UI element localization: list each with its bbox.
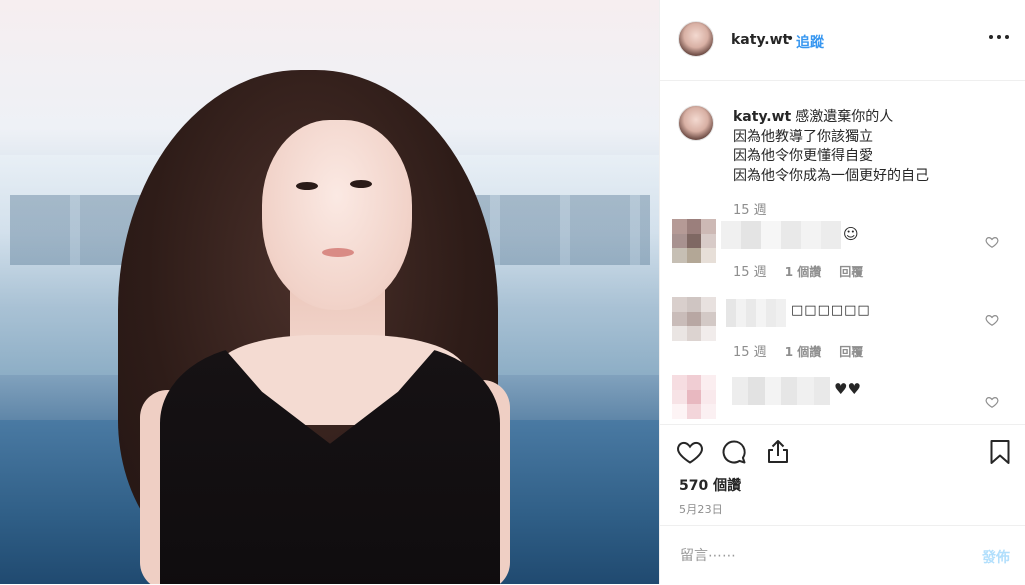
comment-likes-count[interactable]: 1 個讚 — [785, 265, 822, 279]
bookmark-icon[interactable] — [986, 438, 1014, 466]
post-header: katy.wt • 追蹤 — [660, 0, 1025, 81]
comment-timestamp[interactable]: 15 週 — [733, 265, 767, 280]
comment-text: □□□□□□ — [791, 303, 871, 318]
comment-item: ☺ 15 週 1 個讚 回覆 — [660, 217, 1025, 281]
face — [262, 120, 412, 310]
comment-icon[interactable] — [720, 438, 748, 466]
post-actions: 570 個讚 5月23日 — [660, 424, 1025, 525]
comment-text: ☺ — [843, 225, 859, 243]
caption-line: 因為他令你成為一個更好的自己 — [733, 167, 929, 184]
caption-avatar[interactable] — [678, 105, 714, 141]
commenter-avatar[interactable] — [672, 375, 716, 419]
right-eye — [350, 180, 372, 188]
follow-button[interactable]: 追蹤 — [796, 32, 824, 52]
separator-dot: • — [786, 31, 795, 47]
comment-item: □□□□□□ 15 週 1 個讚 回覆 — [660, 295, 1025, 360]
post-photo[interactable] — [0, 0, 659, 584]
author-username[interactable]: katy.wt — [731, 32, 789, 48]
comment-timestamp[interactable]: 15 週 — [733, 345, 767, 360]
caption-line: 因為他教導了你該獨立 — [733, 128, 873, 145]
heart-icon[interactable] — [676, 438, 704, 466]
lips — [322, 248, 354, 257]
comment-input[interactable] — [678, 544, 952, 568]
commenter-name-blurred — [721, 221, 841, 249]
caption-username[interactable]: katy.wt — [733, 109, 791, 125]
post-date[interactable]: 5月23日 — [679, 501, 723, 517]
comment-like-icon[interactable] — [985, 235, 999, 249]
post-side-panel: katy.wt • 追蹤 katy.wt 感激遺棄你的人 因為他教導了你該獨立 因… — [659, 0, 1025, 584]
reply-button[interactable]: 回覆 — [839, 345, 863, 359]
share-icon[interactable] — [764, 438, 792, 466]
caption-line: 因為他令你更懂得自愛 — [733, 148, 873, 164]
comment-like-icon[interactable] — [985, 395, 999, 409]
comment-meta: 15 週 1 個讚 回覆 — [733, 261, 863, 280]
comments-list[interactable]: katy.wt 感激遺棄你的人 因為他教導了你該獨立 因為他令你更懂得自愛 因為他… — [660, 81, 1025, 424]
commenter-avatar[interactable] — [672, 297, 716, 341]
comment-item: ♥♥ — [660, 373, 1025, 424]
left-eye — [296, 182, 318, 190]
comment-likes-count[interactable]: 1 個讚 — [785, 345, 822, 359]
comment-meta: 15 週 1 個讚 回覆 — [733, 341, 863, 360]
commenter-avatar[interactable] — [672, 219, 716, 263]
comment-composer: 發佈 — [660, 525, 1025, 585]
reply-button[interactable]: 回覆 — [839, 265, 863, 279]
comment-text: ♥♥ — [834, 380, 861, 398]
likes-count[interactable]: 570 個讚 — [679, 475, 741, 495]
caption-timestamp[interactable]: 15 週 — [733, 199, 767, 218]
author-avatar[interactable] — [678, 21, 714, 57]
post-caption: katy.wt 感激遺棄你的人 因為他教導了你該獨立 因為他令你更懂得自愛 因為他… — [733, 108, 1013, 186]
more-horizontal-icon[interactable] — [986, 24, 1012, 50]
commenter-name-blurred — [726, 299, 786, 327]
comment-like-icon[interactable] — [985, 313, 999, 327]
caption-line: 感激遺棄你的人 — [795, 109, 894, 125]
commenter-name-blurred — [732, 377, 830, 405]
post-comment-button[interactable]: 發佈 — [982, 547, 1010, 567]
